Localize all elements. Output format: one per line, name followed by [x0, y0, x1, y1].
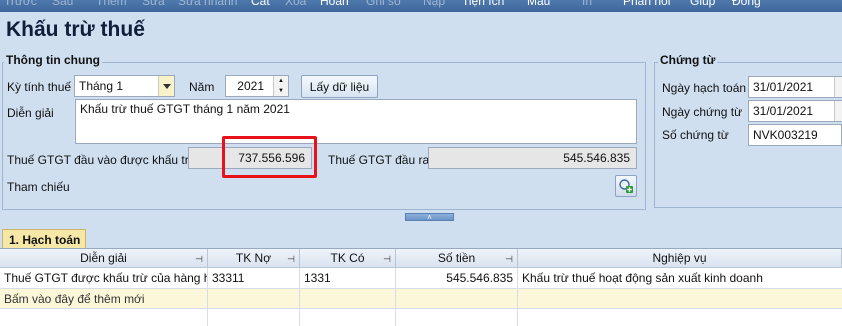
tax-period-label: Kỳ tính thuế [7, 80, 72, 94]
column-divider [299, 289, 300, 326]
tax-period-dropdown-button[interactable] [158, 76, 174, 96]
column-header-debit-account[interactable]: TK Nợ ⊣ [208, 249, 300, 268]
voucher-date-dropdown-button[interactable] [834, 101, 842, 121]
voucher-date-input[interactable]: 31/01/2021 [748, 100, 842, 122]
voucher-no-input[interactable]: NVK003219 [748, 124, 842, 146]
column-header-label: Nghiệp vụ [652, 251, 707, 265]
tax-period-value: Tháng 1 [79, 79, 124, 93]
row-divider [0, 308, 842, 309]
add-reference-button[interactable] [615, 175, 637, 197]
voucher-date-label: Ngày chứng từ [662, 105, 743, 119]
toolbar-quick-edit-button[interactable]: Sửa nhanh [178, 0, 237, 8]
voucher-no-label: Số chứng từ [662, 128, 729, 142]
year-value: 2021 [237, 79, 264, 93]
description-textarea[interactable]: Khấu trừ thuế GTGT tháng 1 năm 2021 [75, 99, 637, 144]
tab-hach-toan[interactable]: 1. Hạch toán [2, 229, 86, 249]
chevron-up-icon: ˄ [427, 212, 432, 222]
general-info-title: Thông tin chung [4, 53, 102, 67]
grid-cell-operation[interactable]: Khấu trừ thuế hoạt động sản xuất kinh do… [518, 268, 842, 288]
column-header-credit-account[interactable]: TK Có ⊣ [300, 249, 396, 268]
pin-icon[interactable]: ⊣ [383, 254, 391, 265]
grid-cell-description[interactable]: Thuế GTGT được khấu trừ của hàng hó [0, 268, 208, 288]
search-add-icon [619, 179, 634, 194]
toolbar-prev-button[interactable]: Trước [4, 0, 37, 8]
tab-label: 1. Hạch toán [9, 232, 81, 247]
year-spinner[interactable]: ▲ ▼ [273, 76, 288, 96]
spin-down-icon[interactable]: ▼ [274, 86, 288, 96]
description-label: Diễn giải [7, 106, 54, 120]
posting-date-dropdown-button[interactable] [834, 77, 842, 97]
toolbar-add-button[interactable]: Thêm [96, 0, 127, 8]
input-vat-label: Thuế GTGT đầu vào được khấu trừ [7, 153, 197, 167]
output-vat-label: Thuế GTGT đầu ra [328, 153, 430, 167]
grid-cell-amount[interactable]: 545.546.835 [396, 268, 518, 288]
posting-date-label: Ngày hạch toán [662, 81, 747, 95]
pin-icon[interactable]: ⊣ [195, 254, 203, 265]
voucher-title: Chứng từ [658, 53, 718, 67]
column-divider [517, 289, 518, 326]
chevron-down-icon [162, 83, 171, 89]
column-header-label: TK Có [330, 251, 365, 265]
toolbar-delete-button[interactable]: Xóa [285, 0, 306, 8]
column-header-label: Diễn giải [80, 251, 127, 265]
column-header-amount[interactable]: Số tiền ⊣ [396, 249, 518, 268]
pin-icon[interactable]: ⊣ [287, 254, 295, 265]
load-data-button[interactable]: Lấy dữ liệu [301, 75, 378, 98]
page-title: Khấu trừ thuế [6, 18, 145, 41]
toolbar-post-button[interactable]: Ghi sổ [366, 0, 401, 8]
toolbar-utilities-button[interactable]: Tiện ích [462, 0, 504, 8]
column-divider [395, 289, 396, 326]
reference-label: Tham chiếu [7, 180, 70, 194]
collapse-panel-button[interactable]: ˄ [405, 212, 454, 222]
toolbar-template-button[interactable]: Mẫu [527, 0, 550, 8]
toolbar-next-button[interactable]: Sau [52, 0, 73, 8]
column-header-description[interactable]: Diễn giải ⊣ [0, 249, 208, 268]
column-divider [207, 289, 208, 326]
column-header-label: Số tiền [437, 251, 476, 265]
output-vat-field: 545.546.835 [428, 147, 637, 169]
column-header-label: TK Nợ [235, 251, 272, 265]
pin-icon[interactable]: ⊣ [505, 254, 513, 265]
toolbar-feedback-button[interactable]: Phản hồi [623, 0, 670, 8]
column-header-operation[interactable]: Nghiệp vụ [518, 249, 842, 268]
toolbar-help-button[interactable]: Giúp [690, 0, 715, 8]
grid-cell-debit-account[interactable]: 33311 [208, 268, 300, 288]
toolbar-print-button[interactable]: In [582, 0, 592, 8]
toolbar-save-button[interactable]: Cất [251, 0, 270, 8]
toolbar-cancel-button[interactable]: Hoãn [320, 0, 349, 8]
year-label: Năm [189, 80, 215, 94]
grid-cell-credit-account[interactable]: 1331 [300, 268, 396, 288]
highlight-box [222, 136, 317, 178]
add-new-row-hint[interactable]: Bấm vào đây để thêm mới [0, 289, 208, 308]
toolbar: Trước Sau Thêm Sửa Sửa nhanh Cất Xóa Hoã… [0, 0, 842, 12]
toolbar-close-button[interactable]: Đóng [732, 0, 761, 8]
toolbar-load-button[interactable]: Nạp [423, 0, 445, 8]
spin-up-icon[interactable]: ▲ [274, 76, 288, 86]
posting-date-input[interactable]: 31/01/2021 [748, 76, 842, 98]
toolbar-edit-button[interactable]: Sửa [142, 0, 165, 8]
